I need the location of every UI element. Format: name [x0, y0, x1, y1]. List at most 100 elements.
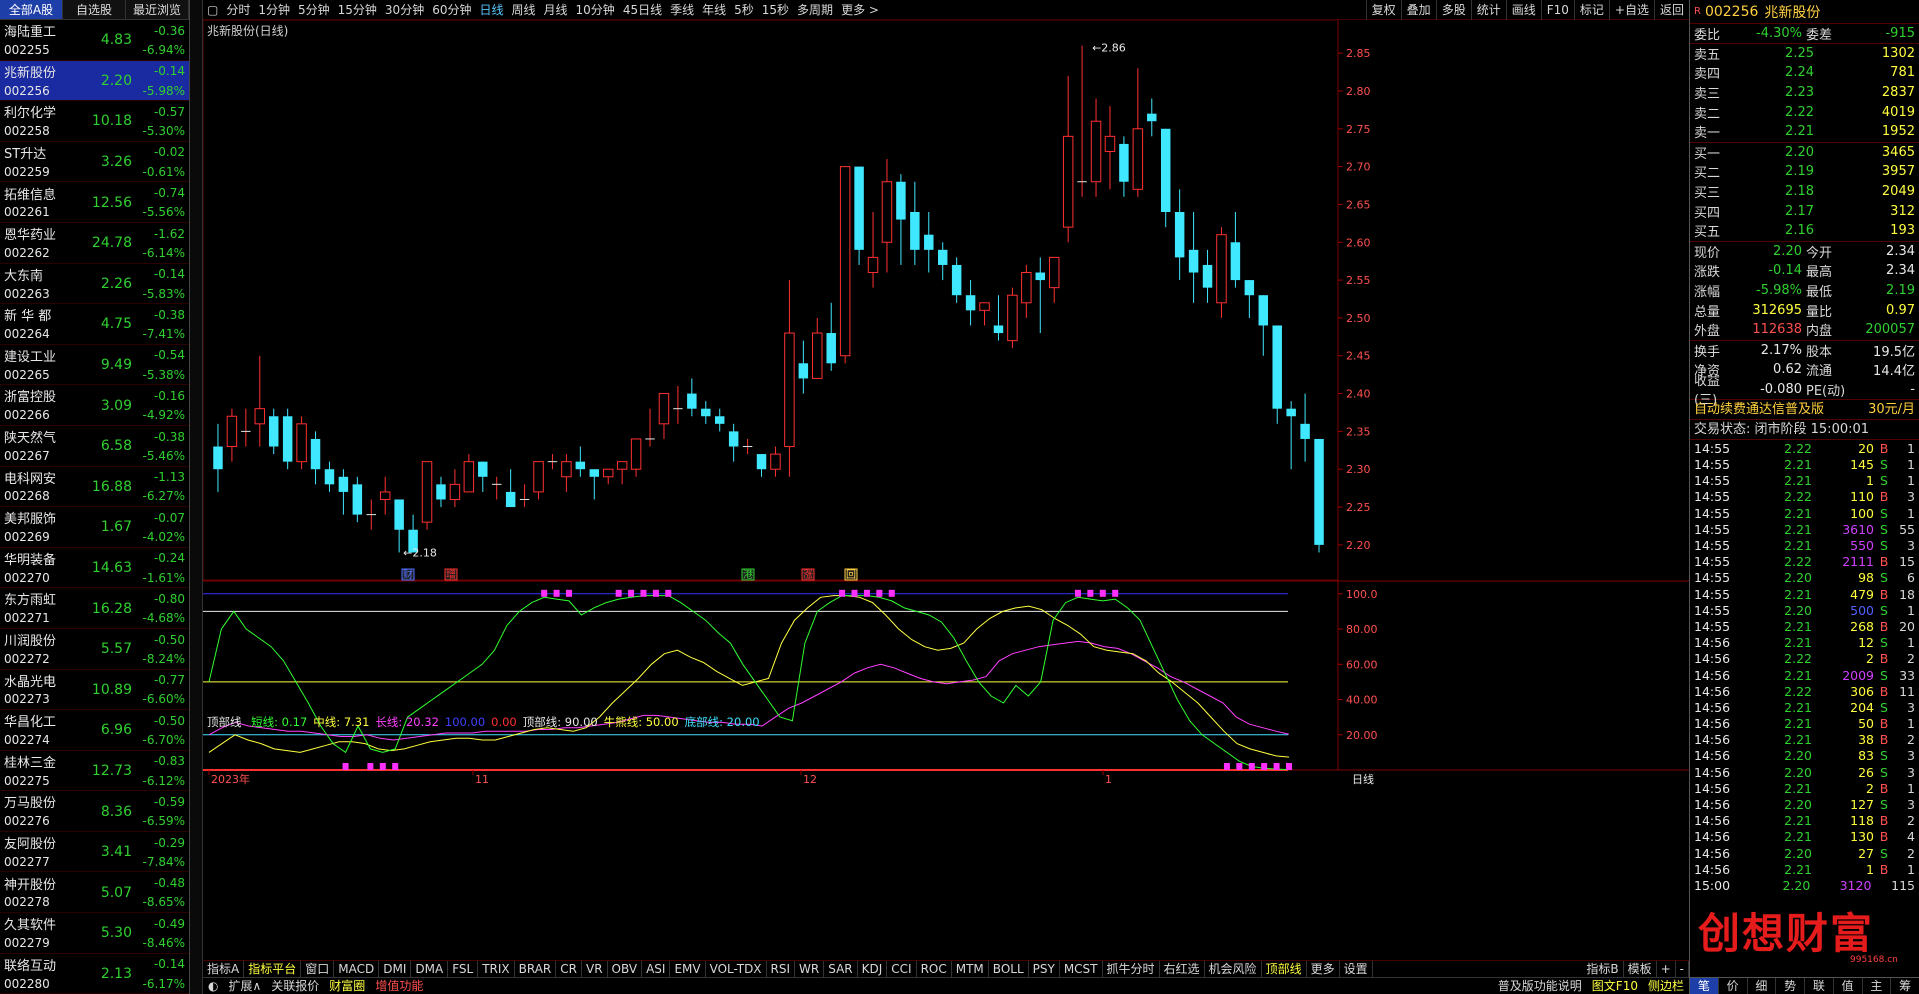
watchlist-row[interactable]: 陕天然气 002267 6.58 -0.38 -5.46%	[0, 426, 189, 467]
watchlist-row[interactable]: 水晶光电 002273 10.89 -0.77 -6.60%	[0, 670, 189, 711]
indicator-tab-right[interactable]: -	[1676, 961, 1689, 978]
indicator-tab[interactable]: 抓牛分时	[1103, 961, 1160, 977]
indicator-tab[interactable]: 指标平台	[244, 961, 302, 977]
period-item[interactable]: 15秒	[758, 0, 793, 20]
watchlist-row[interactable]: 华昌化工 002274 6.96 -0.50 -6.70%	[0, 710, 189, 751]
bottom-item[interactable]: 财富圈	[324, 978, 370, 994]
toolbar-right-item[interactable]: 标记	[1573, 0, 1609, 20]
period-item[interactable]: 日线	[475, 0, 507, 20]
indicator-tab[interactable]: FSL	[448, 961, 479, 977]
indicator-tab[interactable]: WR	[795, 961, 825, 977]
indicator-tab[interactable]: MCST	[1060, 961, 1103, 977]
period-item[interactable]: 60分钟	[428, 0, 475, 20]
toolbar-right-item[interactable]: 叠加	[1400, 0, 1436, 20]
indicator-tab-right[interactable]: +	[1657, 961, 1676, 978]
watchlist-row[interactable]: 川润股份 002272 5.57 -0.50 -8.24%	[0, 629, 189, 670]
watchlist-tab[interactable]: 最近浏览	[126, 0, 189, 19]
indicator-tab[interactable]: VOL-TDX	[706, 961, 767, 977]
quote-bottom-tab[interactable]: 联	[1805, 978, 1834, 994]
watchlist-row[interactable]: 新 华 都 002264 4.75 -0.38 -7.41%	[0, 304, 189, 345]
indicator-tab[interactable]: CCI	[887, 961, 917, 977]
indicator-tab[interactable]: CR	[556, 961, 582, 977]
watchlist-row[interactable]: 万马股份 002276 8.36 -0.59 -6.59%	[0, 791, 189, 832]
toolbar-right-item[interactable]: 多股	[1435, 0, 1471, 20]
watchlist-row[interactable]: 神开股份 002278 5.07 -0.48 -8.65%	[0, 872, 189, 914]
watchlist-row[interactable]: 兆新股份 002256 2.20 -0.14 -5.98%	[0, 60, 189, 102]
period-item[interactable]: 15分钟	[334, 0, 381, 20]
indicator-tab[interactable]: 更多	[1307, 961, 1340, 977]
tick-list[interactable]: 14:55 2.22 20 B 1 14:55 2.21 145 S 1 14:55 2.21 1 S 1 1…	[1690, 440, 1919, 893]
watchlist-row[interactable]: ST升达 002259 3.26 -0.02 -0.61%	[0, 142, 189, 183]
bottom-item[interactable]: 扩展∧	[223, 978, 266, 994]
toolbar-right-item[interactable]: 统计	[1470, 0, 1506, 20]
indicator-tab[interactable]: MACD	[334, 961, 380, 977]
watchlist-row[interactable]: 建设工业 002265 9.49 -0.54 -5.38%	[0, 345, 189, 386]
indicator-tab[interactable]: KDJ	[858, 961, 888, 977]
period-item[interactable]: 10分钟	[572, 0, 619, 20]
period-item[interactable]: 季线	[666, 0, 698, 20]
period-item[interactable]: 45日线	[619, 0, 666, 20]
toolbar-square-icon[interactable]: ▢	[203, 0, 222, 20]
period-item[interactable]: 多周期	[793, 0, 837, 20]
toolbar-right-item[interactable]: +自选	[1608, 0, 1654, 20]
indicator-tab[interactable]: OBV	[608, 961, 643, 977]
watchlist-row[interactable]: 电科网安 002268 16.88 -1.13 -6.27%	[0, 467, 189, 508]
quote-bottom-tab[interactable]: 细	[1748, 978, 1777, 994]
indicator-tab[interactable]: BOLL	[989, 961, 1029, 977]
watchlist-row[interactable]: 拓维信息 002261 12.56 -0.74 -5.56%	[0, 182, 189, 223]
indicator-tab[interactable]: PSY	[1029, 961, 1060, 977]
period-item[interactable]: 更多 >	[837, 0, 883, 20]
watchlist-row[interactable]: 美邦服饰 002269 1.67 -0.07 -4.02%	[0, 507, 189, 548]
indicator-tab[interactable]: SAR	[824, 961, 858, 977]
period-item[interactable]: 分时	[222, 0, 254, 20]
left-collapse-strip[interactable]	[190, 0, 203, 994]
period-item[interactable]: 年线	[698, 0, 730, 20]
bottom-item[interactable]: 增值功能	[370, 978, 428, 994]
indicator-tab[interactable]: 机会风险	[1205, 961, 1262, 977]
indicator-tab[interactable]: ASI	[642, 961, 671, 977]
period-item[interactable]: 5秒	[730, 0, 758, 20]
indicator-tab[interactable]: 指标A	[203, 961, 245, 977]
indicator-tab[interactable]: RSI	[767, 961, 796, 977]
kline-chart[interactable]: 2.85 2.80 2.75 2.70 2.65 2.60 2.55 2.50 2.45 2.40…	[203, 20, 1689, 960]
bottom-right-item[interactable]: 普及版功能说明	[1493, 978, 1587, 994]
toggle-icon[interactable]: ◐	[203, 978, 223, 994]
quote-bottom-tab[interactable]: 价	[1719, 978, 1748, 994]
toolbar-right-item[interactable]: 返回	[1653, 0, 1689, 20]
quote-bottom-tab[interactable]: 势	[1776, 978, 1805, 994]
bottom-item[interactable]: 关联报价	[266, 978, 324, 994]
indicator-tab[interactable]: DMA	[411, 961, 449, 977]
watchlist-row[interactable]: 利尔化学 002258 10.18 -0.57 -5.30%	[0, 101, 189, 142]
bottom-right-item[interactable]: 图文F10	[1587, 978, 1643, 994]
watchlist-row[interactable]: 友阿股份 002277 3.41 -0.29 -7.84%	[0, 832, 189, 873]
watchlist-row[interactable]: 海陆重工 002255 4.83 -0.36 -6.94%	[0, 20, 189, 61]
indicator-tab[interactable]: DMI	[379, 961, 412, 977]
quote-bottom-tab[interactable]: 筹	[1891, 978, 1919, 994]
watchlist-tab[interactable]: 自选股	[63, 0, 126, 19]
indicator-tab[interactable]: 窗口	[301, 961, 335, 977]
quote-bottom-tab[interactable]: 笔	[1690, 978, 1719, 994]
indicator-tab[interactable]: 顶部线	[1262, 961, 1307, 977]
toolbar-right-item[interactable]: 复权	[1365, 0, 1401, 20]
indicator-tab[interactable]: VR	[582, 961, 608, 977]
indicator-tab[interactable]: ROC	[917, 961, 952, 977]
indicator-tab[interactable]: TRIX	[478, 961, 515, 977]
watchlist-tab[interactable]: 全部A股	[0, 0, 63, 19]
period-item[interactable]: 1分钟	[254, 0, 294, 20]
watchlist-row[interactable]: 联络互动 002280 2.13 -0.14 -6.17%	[0, 954, 189, 994]
indicator-tab[interactable]: MTM	[952, 961, 989, 977]
indicator-tab[interactable]: EMV	[670, 961, 706, 977]
promo-banner[interactable]: 自动续费通达信普及版 30元/月	[1690, 400, 1919, 421]
indicator-tab-right[interactable]: 指标B	[1582, 961, 1624, 978]
toolbar-right-item[interactable]: 画线	[1505, 0, 1541, 20]
quote-bottom-tab[interactable]: 值	[1834, 978, 1863, 994]
watchlist-row[interactable]: 大东南 002263 2.26 -0.14 -5.83%	[0, 264, 189, 305]
chart-area[interactable]: 2.85 2.80 2.75 2.70 2.65 2.60 2.55 2.50 2.45 2.40…	[203, 20, 1689, 960]
indicator-tab[interactable]: 设置	[1340, 961, 1373, 977]
quote-bottom-tab[interactable]: 主	[1863, 978, 1892, 994]
watchlist-row[interactable]: 华明装备 002270 14.63 -0.24 -1.61%	[0, 548, 189, 589]
watchlist-row[interactable]: 桂林三金 002275 12.73 -0.83 -6.12%	[0, 751, 189, 792]
period-item[interactable]: 30分钟	[381, 0, 428, 20]
period-item[interactable]: 月线	[540, 0, 572, 20]
indicator-tab-right[interactable]: 模板	[1624, 961, 1657, 978]
